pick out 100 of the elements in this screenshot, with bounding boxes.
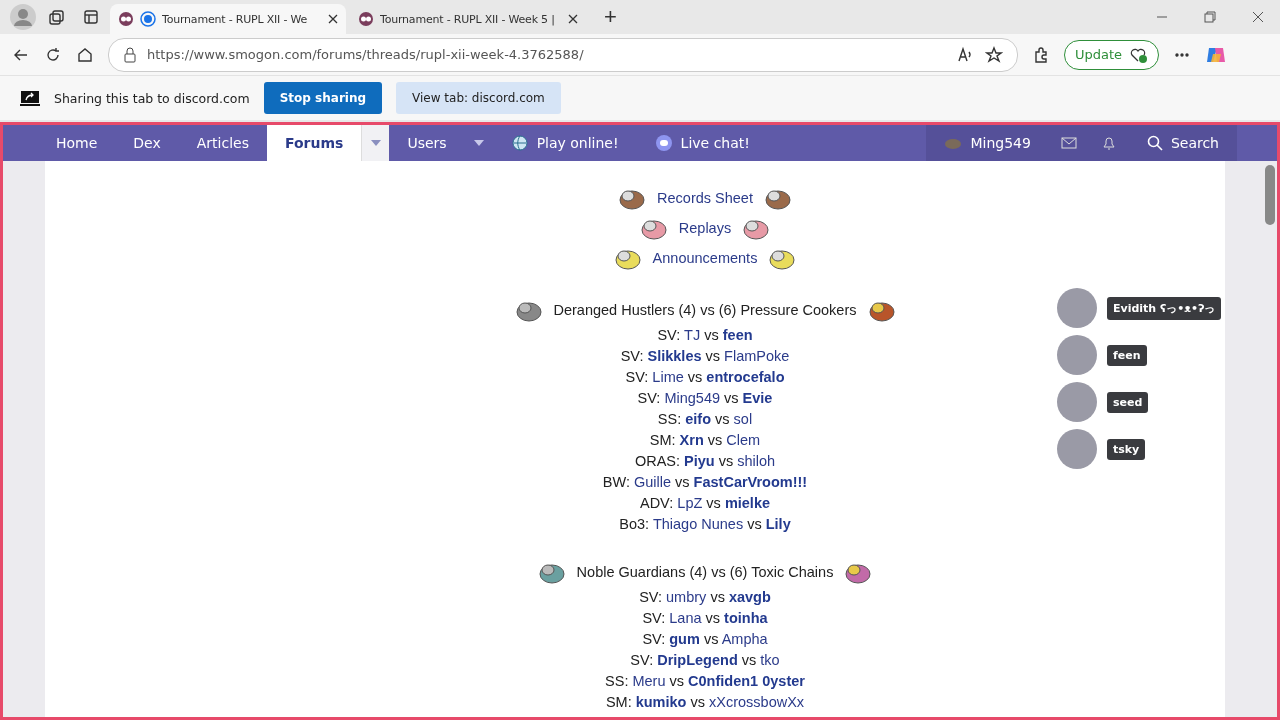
- user-menu[interactable]: Ming549: [926, 125, 1049, 161]
- versus-text: vs: [747, 516, 762, 532]
- nav-item[interactable]: Dex: [115, 125, 179, 161]
- nav-item[interactable]: Articles: [178, 125, 267, 161]
- player-link[interactable]: FlamPoke: [724, 348, 790, 364]
- versus-text: vs: [704, 327, 719, 343]
- player-link[interactable]: toinha: [724, 610, 768, 626]
- tier-label: SV:: [625, 369, 649, 385]
- player-link[interactable]: tko: [760, 652, 780, 668]
- tier-label: ORAS:: [634, 453, 680, 469]
- nav-item[interactable]: Play online!: [492, 125, 637, 161]
- search-button[interactable]: Search: [1128, 125, 1237, 161]
- owl-favicon-icon: [118, 11, 134, 27]
- player-link[interactable]: xavgb: [728, 589, 771, 605]
- tier-label: ADV:: [639, 495, 674, 511]
- scrollbar-thumb[interactable]: [1265, 165, 1275, 225]
- player-link[interactable]: Piyu: [684, 453, 715, 469]
- versus-text: vs: [724, 390, 739, 406]
- tier-label: SS:: [657, 411, 682, 427]
- tab-actions-icon[interactable]: [82, 8, 100, 26]
- heart-alert-icon: [1130, 46, 1149, 63]
- player-link[interactable]: Xrn: [679, 432, 704, 448]
- player-link[interactable]: kumiko: [635, 694, 687, 710]
- versus-text: vs: [707, 432, 723, 448]
- close-icon[interactable]: [328, 14, 338, 24]
- tier-label: SV:: [639, 589, 662, 605]
- versus-text: vs: [706, 495, 721, 511]
- player-link[interactable]: C0nfiden1 0yster: [688, 673, 805, 689]
- nav-item[interactable]: Users: [389, 125, 465, 161]
- close-icon[interactable]: [1252, 11, 1264, 23]
- player-link[interactable]: Slikkles: [647, 348, 702, 364]
- workspaces-icon[interactable]: [48, 8, 66, 26]
- player-link[interactable]: sol: [733, 411, 753, 427]
- extensions-icon[interactable]: [1032, 45, 1050, 64]
- player-link[interactable]: LpZ: [677, 495, 703, 511]
- versus-text: vs: [675, 474, 690, 490]
- nav-item[interactable]: Home: [38, 125, 116, 161]
- player-link[interactable]: eifo: [685, 411, 712, 427]
- nav-item[interactable]: Forums: [267, 125, 362, 161]
- caret-icon: [473, 140, 484, 146]
- player-link[interactable]: xXcrossbowXx: [709, 694, 805, 710]
- player-link[interactable]: Thiago Nunes: [652, 516, 744, 532]
- tier-label: SS:: [605, 673, 629, 689]
- caret-icon: [370, 140, 381, 146]
- chat-bubble-icon: [654, 134, 673, 152]
- tier-label: BW:: [602, 474, 630, 490]
- speaker-name: tsky: [1107, 438, 1146, 460]
- speaker-name: seed: [1107, 391, 1149, 413]
- matchup-title: Noble Guardians (4) vs (6) Toxic Chains: [576, 564, 834, 580]
- player-link[interactable]: DripLegend: [657, 652, 738, 668]
- browser-tab[interactable]: Tournament - RUPL XII - We: [110, 4, 346, 34]
- matchup-title: Deranged Hustlers (4) vs (6) Pressure Cookers: [553, 302, 857, 318]
- player-link[interactable]: shiloh: [737, 453, 776, 469]
- star-icon[interactable]: [985, 45, 1003, 64]
- player-link[interactable]: Ming549: [664, 390, 721, 406]
- player-link[interactable]: feen: [722, 327, 753, 343]
- bell-icon[interactable]: [1100, 135, 1117, 151]
- avatar-sprite-icon: [944, 136, 963, 150]
- home-icon[interactable]: [76, 45, 94, 64]
- player-link[interactable]: Guille: [633, 474, 672, 490]
- close-icon[interactable]: [568, 14, 578, 24]
- player-link[interactable]: gum: [669, 631, 700, 647]
- player-link[interactable]: mielke: [724, 495, 771, 511]
- address-bar[interactable]: https://www.smogon.com/forums/threads/rupl-xii-week-4.3762588/: [108, 37, 1018, 72]
- refresh-icon[interactable]: [44, 45, 62, 64]
- stop-sharing-button[interactable]: Stop sharing: [263, 82, 383, 114]
- thread-link[interactable]: Replays: [678, 220, 732, 236]
- versus-text: vs: [715, 411, 730, 427]
- versus-text: vs: [705, 348, 721, 364]
- player-link[interactable]: entrocefalo: [706, 369, 785, 385]
- versus-text: vs: [687, 369, 703, 385]
- thread-link[interactable]: Records Sheet: [657, 190, 753, 206]
- new-tab-button[interactable]: +: [598, 4, 623, 30]
- restore-icon[interactable]: [1204, 11, 1216, 23]
- browser-tab[interactable]: Tournament - RUPL XII - Week 5 |: [350, 4, 586, 34]
- player-link[interactable]: Evie: [742, 390, 773, 406]
- nav-item[interactable]: Live chat!: [636, 125, 768, 161]
- speaker-name: Evidith ʕっ•ᴥ•ʔっ: [1107, 296, 1222, 320]
- update-button[interactable]: Update: [1064, 39, 1160, 70]
- player-link[interactable]: Meru: [632, 673, 666, 689]
- tier-label: SM:: [649, 432, 676, 448]
- view-tab-button[interactable]: View tab: discord.com: [396, 82, 561, 114]
- player-link[interactable]: Lana: [669, 610, 702, 626]
- player-link[interactable]: FastCarVroom!!!: [693, 474, 808, 490]
- mail-icon[interactable]: [1060, 137, 1077, 149]
- thread-link[interactable]: Announcements: [652, 250, 758, 266]
- tier-label: SV:: [642, 610, 666, 626]
- lock-icon: [123, 46, 137, 63]
- dropdown-toggle[interactable]: [361, 125, 390, 161]
- sharing-message: Sharing this tab to discord.com: [54, 90, 250, 106]
- search-icon: [1146, 135, 1163, 151]
- player-link[interactable]: Clem: [726, 432, 761, 448]
- versus-text: vs: [703, 631, 719, 647]
- profile-icon[interactable]: [10, 4, 36, 30]
- player-link[interactable]: Ampha: [721, 631, 768, 647]
- player-link[interactable]: umbry: [666, 589, 707, 605]
- tier-label: SV:: [657, 327, 681, 343]
- player-link[interactable]: TJ: [684, 327, 701, 343]
- player-link[interactable]: Lily: [765, 516, 791, 532]
- player-link[interactable]: Lime: [652, 369, 684, 385]
